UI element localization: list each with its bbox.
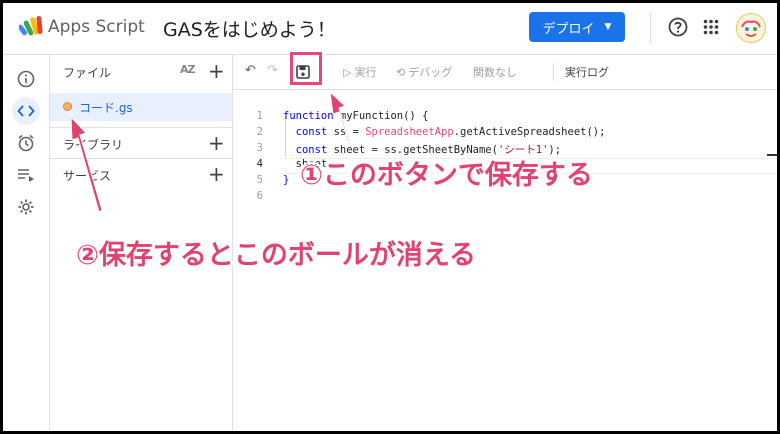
- unsaved-changes-dot-icon: [63, 102, 72, 111]
- apps-script-window: Apps Script GASをはじめよう！ デプロイ ▼ ファイル AZ + …: [3, 3, 777, 431]
- debug-icon: ⟲: [396, 65, 406, 79]
- line-number: 3: [256, 142, 263, 154]
- run-label: 実行: [354, 66, 377, 79]
- account-avatar[interactable]: [736, 13, 766, 43]
- callout-save-button: ①このボタンで保存する: [300, 160, 593, 191]
- add-file-plus-icon[interactable]: +: [208, 61, 225, 81]
- debug-button[interactable]: ⟲ デバッグ: [396, 64, 452, 80]
- add-library-plus-icon[interactable]: +: [208, 133, 225, 153]
- app-name[interactable]: Apps Script: [48, 17, 145, 37]
- apps-script-logo-icon[interactable]: [17, 15, 43, 41]
- undo-icon[interactable]: ↶: [245, 63, 256, 78]
- line-number: 4: [256, 158, 263, 170]
- services-label: サービス: [63, 169, 112, 183]
- save-button-highlight-box: [290, 52, 322, 85]
- left-nav-rail: [3, 55, 50, 431]
- line-number: 1: [256, 110, 263, 122]
- scrollbar-marker: [767, 154, 777, 156]
- overview-info-icon[interactable]: [12, 65, 40, 93]
- file-panel-header: ファイル AZ +: [50, 55, 232, 89]
- execution-log-button[interactable]: 実行ログ: [565, 64, 609, 80]
- google-apps-grid-icon[interactable]: [703, 19, 719, 39]
- deploy-button[interactable]: デプロイ ▼: [529, 12, 625, 42]
- toolbar-divider: [553, 63, 554, 81]
- file-item-code-gs[interactable]: コード.gs: [50, 93, 232, 121]
- add-service-plus-icon[interactable]: +: [208, 164, 225, 184]
- run-button[interactable]: ▷ 実行: [343, 64, 376, 80]
- files-heading: ファイル: [63, 66, 112, 80]
- project-title[interactable]: GASをはじめよう！: [163, 15, 336, 42]
- file-name: コード.gs: [79, 101, 133, 115]
- libraries-section[interactable]: ライブラリ +: [50, 127, 232, 158]
- caret-down-icon: ▼: [604, 22, 612, 32]
- function-select[interactable]: 関数なし: [473, 64, 517, 80]
- line-number: 2: [256, 126, 263, 138]
- executions-list-icon[interactable]: [12, 161, 40, 189]
- help-icon[interactable]: [668, 17, 688, 41]
- libraries-label: ライブラリ: [63, 138, 124, 152]
- sort-az-icon[interactable]: AZ: [180, 63, 195, 76]
- function-select-value: 関数なし: [473, 66, 517, 79]
- line-number: 6: [256, 190, 263, 202]
- header-divider: [650, 13, 651, 43]
- settings-gear-icon[interactable]: [12, 193, 40, 221]
- line-number: 5: [256, 174, 263, 186]
- deploy-button-label: デプロイ: [542, 21, 595, 37]
- debug-label: デバッグ: [408, 66, 453, 79]
- services-section[interactable]: サービス +: [50, 158, 232, 189]
- code-line: }: [283, 174, 290, 186]
- callout-unsaved-dot: ②保存するとこのボールが消える: [76, 240, 477, 271]
- redo-icon[interactable]: ↷: [267, 63, 278, 78]
- editor-code-icon[interactable]: [12, 97, 40, 125]
- code-line: const ss = SpreadsheetApp.getActiveSprea…: [295, 126, 606, 138]
- triggers-alarm-icon[interactable]: [12, 129, 40, 157]
- header-bar: Apps Script GASをはじめよう！ デプロイ ▼: [3, 3, 777, 55]
- code-line: function myFunction() {: [283, 110, 429, 122]
- play-icon: ▷: [343, 65, 352, 79]
